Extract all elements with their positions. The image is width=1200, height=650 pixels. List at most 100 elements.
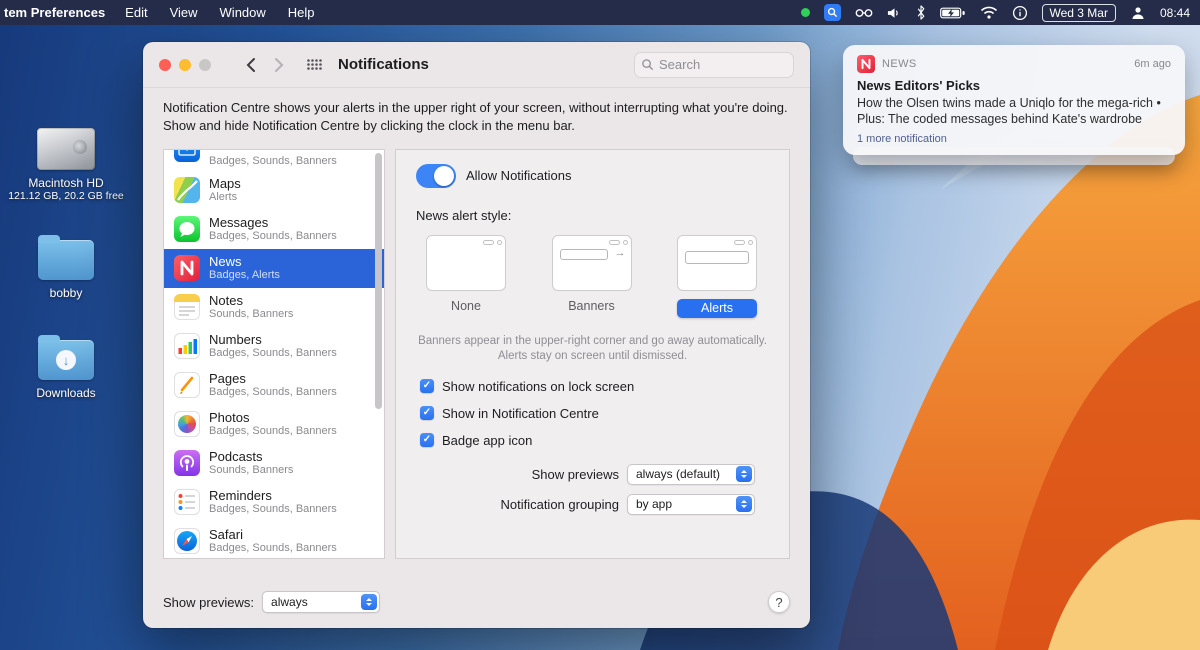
- sidebar-item-label: Safari: [209, 527, 337, 542]
- menu-window[interactable]: Window: [220, 5, 266, 20]
- battery-icon[interactable]: [940, 7, 966, 19]
- wifi-icon[interactable]: [980, 6, 998, 19]
- banner-arrow-icon: [615, 247, 626, 259]
- sidebar-item-numbers[interactable]: Numbers Badges, Sounds, Banners: [164, 327, 384, 366]
- notification-more-link[interactable]: 1 more notification: [857, 133, 1171, 145]
- notes-icon: [174, 294, 200, 320]
- allow-notifications-toggle[interactable]: [416, 164, 456, 188]
- checkbox-checked-icon[interactable]: [420, 379, 434, 393]
- notification-body: How the Olsen twins made a Uniqlo for th…: [857, 95, 1171, 127]
- sidebar-item-label: News: [209, 254, 280, 269]
- select-stepper-icon: [736, 466, 752, 482]
- sidebar-item-sublabel: Badges, Alerts: [209, 269, 280, 282]
- allow-notifications-label: Allow Notifications: [466, 168, 572, 183]
- footer-show-previews-select[interactable]: always: [262, 591, 380, 613]
- search-input[interactable]: [634, 52, 794, 78]
- alert-style-label: News alert style:: [416, 208, 789, 223]
- menu-bar: tem Preferences Edit View Window Help We…: [0, 0, 1200, 25]
- desktop-icon-bobby[interactable]: bobby: [6, 240, 126, 300]
- goggles-icon[interactable]: [855, 8, 873, 18]
- checkbox-row-badge-app-icon[interactable]: Badge app icon: [420, 433, 789, 448]
- sidebar-item-maps[interactable]: Maps Alerts: [164, 171, 384, 210]
- info-icon[interactable]: [1012, 5, 1028, 21]
- notification-grouping-select[interactable]: by app: [627, 494, 755, 515]
- notification-grouping-value: by app: [636, 497, 672, 511]
- user-switch-icon[interactable]: [1130, 5, 1146, 21]
- sidebar-item-label: Pages: [209, 371, 337, 386]
- reminders-icon: [174, 489, 200, 515]
- sidebar-item-label: Numbers: [209, 332, 337, 347]
- sidebar-scrollbar[interactable]: [375, 153, 382, 409]
- show-previews-label: Show previews: [532, 467, 619, 482]
- footer-show-previews-label: Show previews:: [163, 595, 254, 610]
- close-button[interactable]: [159, 59, 171, 71]
- desktop-icon-sublabel: 121.12 GB, 20.2 GB free: [6, 190, 126, 202]
- system-preferences-window: Notifications Notification Centre shows …: [143, 42, 810, 628]
- sidebar-item-messages[interactable]: Messages Badges, Sounds, Banners: [164, 210, 384, 249]
- desktop-icon-downloads[interactable]: Downloads: [6, 340, 126, 400]
- status-dot-icon[interactable]: [801, 8, 810, 17]
- sidebar-item-photos[interactable]: Photos Badges, Sounds, Banners: [164, 405, 384, 444]
- preview-search-icon: [609, 240, 620, 245]
- window-footer: Show previews: always ?: [163, 591, 790, 613]
- mail-icon: [174, 150, 200, 162]
- menu-help[interactable]: Help: [288, 5, 315, 20]
- sidebar-item-reminders[interactable]: Reminders Badges, Sounds, Banners: [164, 483, 384, 522]
- forward-button[interactable]: [274, 57, 285, 73]
- sidebar-item-partial[interactable]: Badges, Sounds, Banners: [164, 150, 384, 171]
- sidebar-item-sublabel: Badges, Sounds, Banners: [209, 425, 337, 438]
- preview-search-icon: [483, 240, 494, 245]
- page-title: Notifications: [338, 56, 429, 73]
- sidebar-item-pages[interactable]: Pages Badges, Sounds, Banners: [164, 366, 384, 405]
- alert-style-alerts-preview[interactable]: [677, 235, 757, 291]
- volume-icon[interactable]: [887, 6, 902, 20]
- menu-edit[interactable]: Edit: [125, 5, 147, 20]
- sidebar-item-news[interactable]: News Badges, Alerts: [164, 249, 384, 288]
- select-stepper-icon: [736, 496, 752, 512]
- alert-style-hint: Banners appear in the upper-right corner…: [418, 334, 767, 365]
- alert-style-banners-preview[interactable]: [552, 235, 632, 291]
- maps-icon: [174, 177, 200, 203]
- window-description: Notification Centre shows your alerts in…: [143, 88, 810, 149]
- checkbox-checked-icon[interactable]: [420, 406, 434, 420]
- sidebar-item-podcasts[interactable]: Podcasts Sounds, Banners: [164, 444, 384, 483]
- preview-dot-icon: [748, 240, 753, 245]
- help-button[interactable]: ?: [768, 591, 790, 613]
- minimize-button[interactable]: [179, 59, 191, 71]
- show-all-grid-icon[interactable]: [307, 59, 322, 70]
- notification-stack: NEWS 6m ago News Editors' Picks How the …: [843, 45, 1185, 165]
- sidebar-item-notes[interactable]: Notes Sounds, Banners: [164, 288, 384, 327]
- window-titlebar: Notifications: [143, 42, 810, 88]
- alert-style-banners-label[interactable]: Banners: [552, 299, 632, 313]
- search-field: [634, 52, 794, 78]
- menu-clock[interactable]: 08:44: [1160, 6, 1190, 20]
- menu-app-name[interactable]: tem Preferences: [4, 5, 105, 20]
- bluetooth-icon[interactable]: [916, 5, 926, 20]
- desktop-icon-label: bobby: [6, 286, 126, 300]
- checkbox-checked-icon[interactable]: [420, 433, 434, 447]
- hard-drive-icon: [37, 128, 95, 170]
- menu-date[interactable]: Wed 3 Mar: [1042, 4, 1116, 22]
- alert-style-none-preview[interactable]: [426, 235, 506, 291]
- desktop-icon-label: Downloads: [6, 386, 126, 400]
- spotlight-box-icon[interactable]: [824, 4, 841, 21]
- back-button[interactable]: [245, 57, 256, 73]
- sidebar-item-sublabel: Sounds, Banners: [209, 308, 293, 321]
- sidebar-item-sublabel: Badges, Sounds, Banners: [209, 542, 337, 555]
- download-arrow-icon: [56, 350, 76, 370]
- sidebar-item-safari[interactable]: Safari Badges, Sounds, Banners: [164, 522, 384, 559]
- menu-view[interactable]: View: [170, 5, 198, 20]
- news-app-icon: [857, 55, 875, 73]
- checkbox-label: Show notifications on lock screen: [442, 379, 634, 394]
- notification-card[interactable]: NEWS 6m ago News Editors' Picks How the …: [843, 45, 1185, 155]
- messages-icon: [174, 216, 200, 242]
- desktop-icon-macintosh-hd[interactable]: Macintosh HD 121.12 GB, 20.2 GB free: [6, 128, 126, 202]
- alert-style-alerts-selected-button[interactable]: Alerts: [677, 299, 757, 318]
- checkbox-row-notification-centre[interactable]: Show in Notification Centre: [420, 406, 789, 421]
- notification-app-name: NEWS: [882, 58, 917, 70]
- zoom-button[interactable]: [199, 59, 211, 71]
- alert-style-none-label[interactable]: None: [426, 299, 506, 313]
- checkbox-row-lock-screen[interactable]: Show notifications on lock screen: [420, 379, 789, 394]
- show-previews-select[interactable]: always (default): [627, 464, 755, 485]
- window-content: Badges, Sounds, Banners Maps Alerts Mess…: [163, 149, 790, 559]
